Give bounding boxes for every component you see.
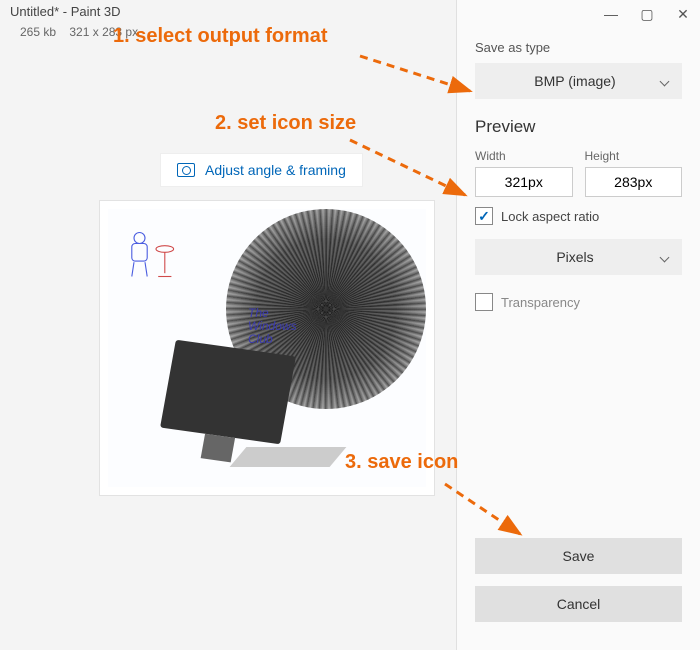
transparency-label: Transparency: [501, 295, 580, 310]
cartoon-figure: [123, 227, 178, 282]
close-button[interactable]: ✕: [674, 6, 692, 23]
watermark-text: The Windows Club: [248, 307, 297, 347]
save-as-type-label: Save as type: [475, 40, 682, 55]
lock-aspect-checkbox[interactable]: [475, 207, 493, 225]
transparency-checkbox[interactable]: [475, 293, 493, 311]
adjust-angle-button[interactable]: Adjust angle & framing: [160, 153, 363, 187]
lock-aspect-label: Lock aspect ratio: [501, 209, 599, 224]
save-button[interactable]: Save: [475, 538, 682, 574]
units-value: Pixels: [489, 249, 661, 265]
preview-heading: Preview: [475, 117, 682, 137]
height-label: Height: [585, 149, 683, 163]
lock-aspect-row[interactable]: Lock aspect ratio: [475, 207, 682, 225]
units-dropdown[interactable]: Pixels: [475, 239, 682, 275]
save-panel: — ▢ ✕ Save as type BMP (image) Preview W…: [456, 0, 700, 650]
keyboard-graphic: [230, 447, 347, 467]
chevron-down-icon: [660, 252, 670, 262]
chevron-down-icon: [660, 76, 670, 86]
cancel-button[interactable]: Cancel: [475, 586, 682, 622]
annotation-step2: 2. set icon size: [215, 112, 356, 135]
minimize-button[interactable]: —: [602, 6, 620, 23]
monitor-graphic: [160, 340, 296, 445]
filesize-label: 265 kb: [20, 25, 56, 39]
canvas-preview: The Windows Club: [99, 200, 435, 496]
maximize-button[interactable]: ▢: [638, 6, 656, 23]
format-value: BMP (image): [489, 73, 661, 89]
width-input[interactable]: [475, 167, 573, 197]
height-input[interactable]: [585, 167, 683, 197]
dimensions-label: 321 x 283 px: [69, 25, 138, 39]
adjust-angle-label: Adjust angle & framing: [205, 162, 346, 178]
width-label: Width: [475, 149, 573, 163]
camera-icon: [177, 163, 195, 177]
transparency-row[interactable]: Transparency: [475, 293, 682, 311]
format-dropdown[interactable]: BMP (image): [475, 63, 682, 99]
